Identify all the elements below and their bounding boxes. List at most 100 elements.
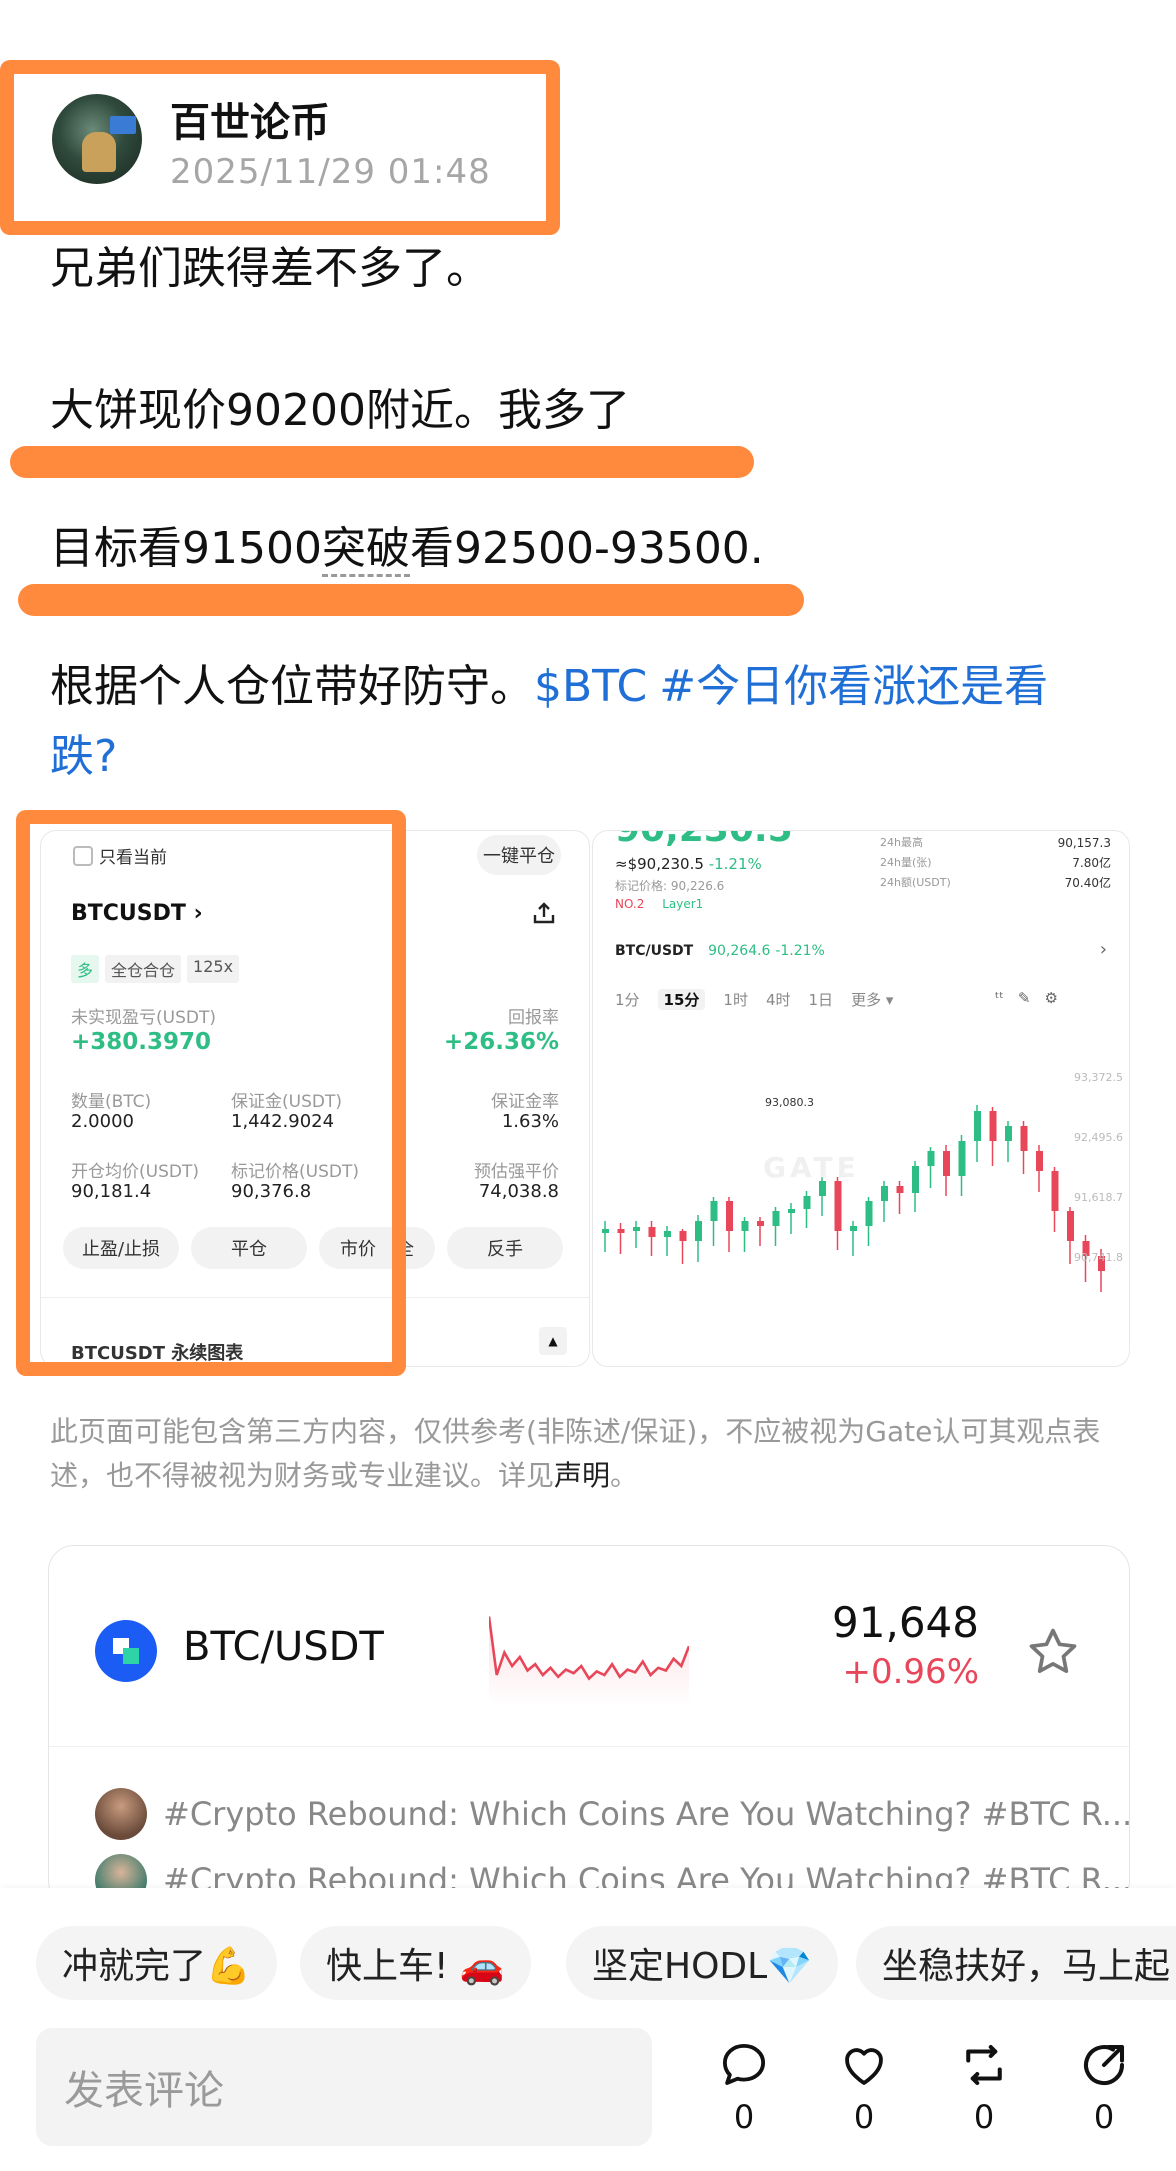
candlestick-chart[interactable] (593, 1021, 1129, 1366)
quick-reply-chip-1[interactable]: 冲就完了💪 (36, 1926, 277, 2000)
interval-tab[interactable]: 1时 (723, 989, 748, 1010)
divider (49, 1746, 1129, 1747)
high-value: 90,157.3 (1057, 836, 1111, 850)
candle-body (772, 1211, 780, 1226)
user-avatar (95, 1788, 147, 1840)
vol-value: 7.80亿 (1072, 856, 1111, 870)
market-ticker-card[interactable]: BTC/USDT 91,648 +0.96% #Crypto Rebound: … (48, 1545, 1130, 1907)
post-line-1: 兄弟们跌得差不多了。 (50, 243, 490, 294)
candle-body (788, 1209, 795, 1213)
interval-tab[interactable]: 4时 (766, 989, 791, 1010)
author-avatar[interactable] (52, 94, 142, 184)
comment-input[interactable]: 发表评论 (36, 2028, 652, 2146)
layer-tag[interactable]: Layer1 (662, 897, 703, 911)
candle-body (865, 1201, 873, 1226)
reverse-button[interactable]: 反手 (447, 1227, 563, 1269)
chart-screenshot[interactable]: 90,230.5 ≈$90,230.5 -1.21% 标记价格: 90,226.… (592, 830, 1130, 1367)
candle-body (726, 1201, 733, 1231)
interval-tab[interactable]: 1分 (615, 989, 640, 1010)
price-axis: 93,372.5 92,495.6 91,618.7 90,741.8 (1074, 1071, 1123, 1264)
pair-line-price: 90,264.6 (708, 943, 771, 959)
share-action[interactable]: 0 (1074, 2038, 1134, 2136)
post-line-3-breakthrough: 突破 (321, 523, 410, 577)
share-arrow-icon (1083, 2044, 1125, 2086)
chevron-right-icon[interactable]: › (1100, 939, 1107, 960)
interval-tab[interactable]: 15分 (657, 989, 706, 1010)
pair-line[interactable]: BTC/USDT 90,264.6 -1.21% (615, 943, 825, 959)
rank-label: NO.2 (615, 897, 645, 911)
interval-tab[interactable]: 更多 ▾ (851, 989, 893, 1010)
quick-reply-chip-2[interactable]: 快上车! 🚗 (300, 1926, 531, 2000)
candle-body (803, 1196, 811, 1209)
candle-body (1005, 1126, 1012, 1141)
like-action[interactable]: 0 (834, 2038, 894, 2136)
post-line-3-range: 看92500-93500. (409, 523, 764, 574)
candle-body (834, 1181, 842, 1231)
candle-body (1020, 1126, 1028, 1151)
usd-price-line: ≈$90,230.5 -1.21% (615, 855, 762, 873)
candle-body (881, 1186, 888, 1201)
share-icon[interactable] (531, 901, 557, 927)
candle-body (927, 1151, 935, 1166)
price-sparkline (489, 1616, 689, 1706)
margin-rate-value: 1.63% (501, 1111, 559, 1132)
position-highlight-box (16, 810, 406, 1376)
candle-body (1051, 1171, 1059, 1211)
stats-labels: 24h最高 24h量(张) 24h额(USDT) (880, 833, 951, 893)
indicator-icon[interactable]: ᵗᵗ (995, 989, 1004, 1007)
candle-body (617, 1229, 625, 1233)
candle-body (679, 1231, 687, 1241)
peak-label: 93,080.3 (765, 1096, 814, 1109)
rank-badge[interactable]: NO.2 Layer1 (615, 897, 703, 911)
topic-hashtag-link[interactable]: #今日你看涨还是看 (659, 661, 1048, 712)
interval-tabs: 1分 15分 1时 4时 1日 更多 ▾ (615, 989, 893, 1010)
candle-body (974, 1111, 981, 1141)
margin-rate-label: 保证金率 (491, 1092, 559, 1112)
share-count: 0 (1093, 2098, 1115, 2136)
repost-action[interactable]: 0 (954, 2038, 1014, 2136)
related-post-1-text: #Crypto Rebound: Which Coins Are You Wat… (163, 1795, 1130, 1833)
collapse-icon[interactable]: ▲ (539, 1327, 567, 1355)
liq-price-value: 74,038.8 (478, 1181, 559, 1202)
repost-icon (966, 2044, 1002, 2086)
candle-body (1067, 1211, 1074, 1241)
draw-icon[interactable]: ✎ (1018, 989, 1031, 1007)
candle-body (648, 1227, 656, 1237)
like-count: 0 (853, 2098, 875, 2136)
comment-icon (722, 2043, 766, 2085)
favorite-star-icon[interactable] (1025, 1624, 1081, 1680)
usd-price-change: -1.21% (708, 855, 762, 873)
statement-link[interactable]: 声明 (554, 1459, 610, 1492)
turnover-value: 70.40亿 (1064, 876, 1111, 890)
candle-body (943, 1151, 950, 1176)
post-line-4: 根据个人仓位带好防守。$BTC #今日你看涨还是看 (50, 650, 1048, 714)
axis-tick-label: 93,372.5 (1074, 1071, 1123, 1084)
candle-body (896, 1186, 904, 1193)
axis-tick-label: 90,741.8 (1074, 1251, 1123, 1264)
topic-hashtag-link-cont[interactable]: 跌? (50, 720, 117, 784)
quick-reply-chip-4[interactable]: 坐稳扶好，马上起 (856, 1926, 1176, 2000)
chart-tools: ᵗᵗ ✎ ⚙ (995, 989, 1058, 1007)
candle-body (695, 1221, 702, 1241)
post-line-4-text: 根据个人仓位带好防守。 (50, 661, 534, 712)
candle-body (989, 1111, 997, 1141)
pair-line-change: -1.21% (775, 943, 825, 959)
candle-body (757, 1221, 764, 1226)
highlight-underline-1 (10, 446, 754, 478)
top-price-partial: 90,230.5 (615, 831, 793, 850)
gate-logo-icon (95, 1620, 157, 1682)
comment-action[interactable]: 0 (714, 2038, 774, 2136)
interval-tab[interactable]: 1日 (809, 989, 834, 1010)
turnover-label: 24h额(USDT) (880, 876, 951, 889)
candle-body (602, 1229, 609, 1233)
candle-body (850, 1226, 857, 1231)
ticker-pair: BTC/USDT (183, 1624, 384, 1670)
related-post-1[interactable]: #Crypto Rebound: Which Coins Are You Wat… (95, 1788, 1130, 1840)
author-name[interactable]: 百世论币 (170, 90, 330, 148)
one-click-close-button[interactable]: 一键平仓 (477, 835, 561, 875)
btc-cashtag-link[interactable]: $BTC (534, 661, 647, 712)
quick-reply-chip-3[interactable]: 坚定HODL💎 (566, 1926, 839, 2000)
candle-body (664, 1231, 671, 1237)
settings-icon[interactable]: ⚙ (1044, 989, 1057, 1007)
candle-body (912, 1166, 919, 1193)
